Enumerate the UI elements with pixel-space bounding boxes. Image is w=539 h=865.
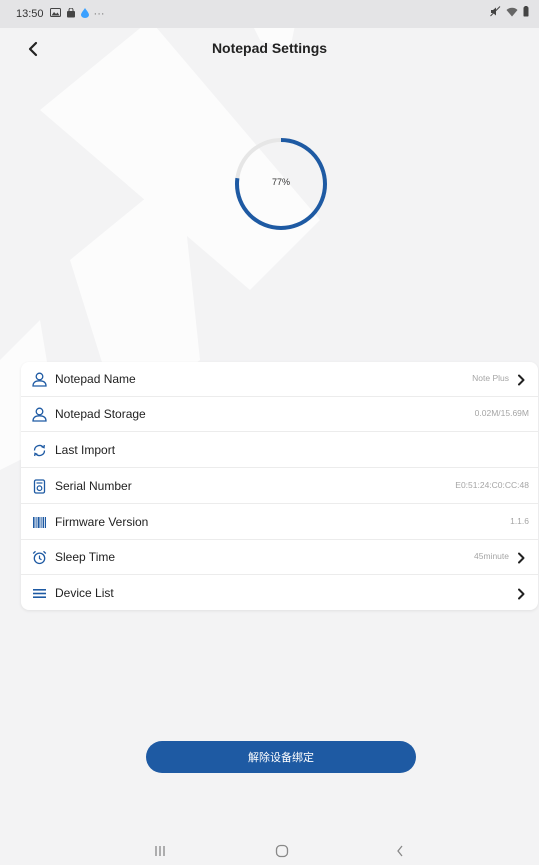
- setting-row-sleep-time[interactable]: Sleep Time 45minute: [21, 540, 538, 575]
- settings-card: Notepad Name Note Plus Notepad Storage 0…: [21, 362, 538, 610]
- setting-value: E0:51:24:C0:CC:48: [455, 480, 529, 490]
- chevron-right-icon: [518, 374, 525, 386]
- system-back-button[interactable]: [388, 843, 412, 859]
- alarm-clock-icon: [31, 549, 48, 566]
- mute-icon: [490, 6, 501, 20]
- setting-value: 45minute: [474, 551, 509, 561]
- battery-icon: [523, 6, 529, 20]
- person-icon: [31, 371, 48, 388]
- setting-value: 1.1.6: [510, 516, 529, 526]
- setting-row-last-import: Last Import: [21, 433, 538, 468]
- setting-value: 0.02M/15.69M: [474, 408, 529, 418]
- barcode-icon: [31, 514, 48, 531]
- setting-row-device-list[interactable]: Device List: [21, 576, 538, 610]
- setting-label: Notepad Name: [55, 372, 136, 386]
- sync-icon: [31, 442, 48, 459]
- person-icon: [31, 406, 48, 423]
- setting-label: Serial Number: [55, 479, 132, 493]
- unbind-device-button[interactable]: 解除设备绑定: [146, 741, 416, 773]
- setting-row-firmware-version: Firmware Version 1.1.6: [21, 505, 538, 540]
- setting-row-serial-number: Serial Number E0:51:24:C0:CC:48: [21, 469, 538, 504]
- page-title: Notepad Settings: [211, 40, 328, 56]
- gallery-icon: [49, 8, 61, 20]
- unbind-device-label: 解除设备绑定: [248, 752, 314, 764]
- status-bar: 13:50 ···: [0, 0, 539, 28]
- setting-label: Notepad Storage: [55, 407, 146, 421]
- setting-label: Device List: [55, 586, 114, 600]
- navigation-bar: [0, 835, 539, 865]
- home-icon: [275, 844, 289, 858]
- recent-apps-button[interactable]: [148, 843, 172, 859]
- setting-label: Firmware Version: [55, 515, 149, 529]
- chevron-right-icon: [518, 552, 525, 564]
- drop-icon: [80, 7, 89, 21]
- setting-label: Last Import: [55, 443, 116, 457]
- status-time: 13:50: [16, 8, 44, 20]
- bag-icon: [66, 7, 76, 21]
- more-notifications: ···: [93, 8, 105, 20]
- storage-percent: 77%: [271, 177, 290, 187]
- wifi-icon: [506, 7, 518, 20]
- storage-usage-ring: 77%: [234, 137, 328, 231]
- setting-row-notepad-storage: Notepad Storage 0.02M/15.69M: [21, 397, 538, 432]
- header: Notepad Settings: [0, 28, 539, 70]
- setting-row-notepad-name[interactable]: Notepad Name Note Plus: [21, 362, 538, 397]
- home-button[interactable]: [270, 843, 294, 859]
- setting-label: Sleep Time: [55, 550, 116, 564]
- list-icon: [31, 585, 48, 602]
- back-arrow-icon: [397, 845, 403, 857]
- chevron-right-icon: [518, 588, 525, 600]
- device-icon: [31, 478, 48, 495]
- recent-apps-icon: [155, 846, 165, 856]
- setting-value: Note Plus: [472, 373, 509, 383]
